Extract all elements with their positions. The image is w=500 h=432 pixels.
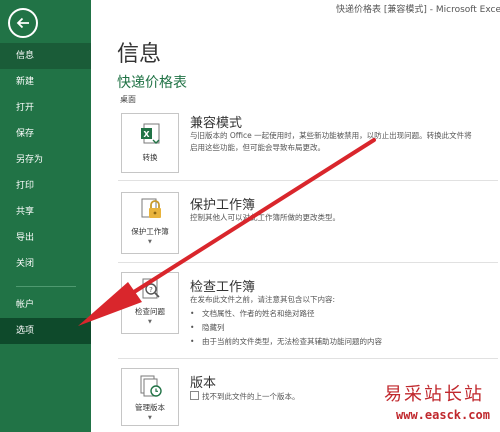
dropdown-caret-icon: ▼ [148,415,152,421]
sidebar-item-new[interactable]: 新建 [0,69,91,95]
sidebar-divider [16,286,76,287]
dropdown-caret-icon: ▼ [148,319,152,325]
svg-text:X: X [143,130,150,139]
back-button[interactable] [8,8,38,38]
inspect-icon: ? [142,278,160,299]
sidebar-item-print[interactable]: 打印 [0,173,91,199]
sidebar-item-options[interactable]: 选项 [0,318,91,344]
watermark: 易采站长站 www.easck.com [378,378,500,432]
section-divider [118,262,498,263]
manage-versions-button-label: 管理版本 [135,403,165,412]
compat-mode-desc-1: 与旧版本的 Office 一起使用时，某些新功能被禁用，以防止出现问题。转换此文… [190,131,472,140]
versions-desc: 找不到此文件的上一个版本。 [190,391,300,403]
protect-workbook-button[interactable]: 保护工作簿 ▼ [121,192,179,254]
watermark-text: 易采站长站 [384,384,484,405]
document-location: 桌面 [120,95,136,104]
section-divider [118,358,498,359]
watermark-url: www.easck.com [396,408,490,422]
info-icon [190,391,199,400]
sidebar-item-close[interactable]: 关闭 [0,251,91,277]
section-divider [118,180,498,181]
inspect-workbook-heading: 检查工作簿 [190,280,256,295]
svg-text:?: ? [149,286,153,294]
manage-versions-button[interactable]: 管理版本 ▼ [121,368,179,426]
sidebar-item-open[interactable]: 打开 [0,95,91,121]
page-title: 信息 [117,42,162,67]
protect-workbook-heading: 保护工作簿 [190,198,256,213]
inspect-bullet-2: • 隐藏列 [190,323,225,332]
convert-button[interactable]: X 转换 [121,113,179,173]
check-issues-button[interactable]: ? 检查问题 ▼ [121,272,179,334]
inspect-bullet-1: • 文档属性、作者的姓名和绝对路径 [190,309,315,318]
sidebar-item-save-as[interactable]: 另存为 [0,147,91,173]
sidebar-item-export[interactable]: 导出 [0,225,91,251]
protect-workbook-button-label: 保护工作簿 [131,227,169,236]
lock-icon [141,198,161,218]
compat-mode-desc-2: 启用这些功能，但可能会导致布局更改。 [190,143,325,152]
protect-workbook-desc: 控制其他人可以对此工作簿所做的更改类型。 [190,213,340,222]
sidebar-item-share[interactable]: 共享 [0,199,91,225]
compat-mode-heading: 兼容模式 [190,116,243,131]
versions-icon [140,375,162,397]
check-issues-button-label: 检查问题 [135,307,165,316]
sidebar-item-save[interactable]: 保存 [0,121,91,147]
versions-heading: 版本 [190,376,217,391]
sidebar-item-account[interactable]: 帐户 [0,292,91,318]
inspect-bullet-3: • 由于当前的文件类型，无法检查其辅助功能问题的内容 [190,337,382,346]
backstage-sidebar: 信息 新建 打开 保存 另存为 打印 共享 导出 关闭 帐户 选项 [0,0,91,432]
sidebar-item-info[interactable]: 信息 [0,43,91,69]
excel-convert-icon: X [141,123,160,144]
dropdown-caret-icon: ▼ [148,239,152,245]
convert-button-label: 转换 [142,153,158,162]
back-arrow-icon [16,17,29,29]
inspect-workbook-desc: 在发布此文件之前，请注意其包含以下内容: [190,295,336,304]
document-name: 快递价格表 [117,75,187,91]
window-title: 快递价格表 [兼容模式] - Microsoft Excel [336,5,500,15]
